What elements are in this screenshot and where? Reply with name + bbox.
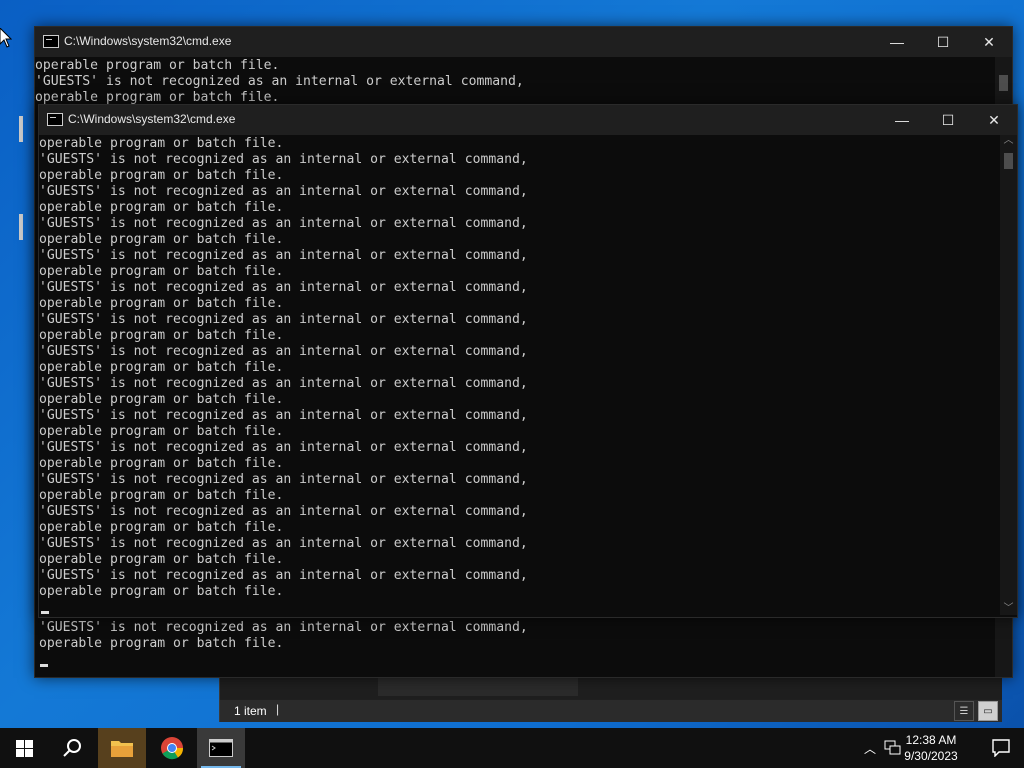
taskbar: ︿ 12:38 AM 9/30/2023 [0,728,1024,768]
close-button[interactable]: ✕ [966,27,1012,57]
window-title: C:\Windows\system32\cmd.exe [68,112,236,126]
maximize-button[interactable]: ☐ [925,105,971,135]
console-line: 'GUESTS' is not recognized as an interna… [39,344,528,359]
console-line: 'GUESTS' is not recognized as an interna… [39,312,528,327]
console-line: operable program or batch file. [39,136,284,151]
cmd-titlebar[interactable]: C:\Windows\system32\cmd.exe — ☐ ✕ [35,27,1012,57]
file-explorer-window[interactable]: 1 item | ☰ ▭ [219,676,1002,722]
desktop: 1 item | ☰ ▭ C:\Windows\system32\cmd.exe… [0,0,1024,728]
windows-start-icon [15,739,33,757]
console-line: 'GUESTS' is not recognized as an interna… [39,248,528,263]
console-line: 'GUESTS' is not recognized as an interna… [39,536,528,551]
console-line: 'GUESTS' is not recognized as an interna… [39,376,528,391]
console-line: operable program or batch file. [39,168,284,183]
console-line: operable program or batch file. [39,232,284,247]
console-line: 'GUESTS' is not recognized as an interna… [39,152,528,167]
window-title: C:\Windows\system32\cmd.exe [64,34,232,48]
command-prompt-icon [209,739,233,757]
cmd-window-front[interactable]: C:\Windows\system32\cmd.exe — ☐ ✕ operab… [38,104,1018,618]
console-line: 'GUESTS' is not recognized as an interna… [39,504,528,519]
console-line: 'GUESTS' is not recognized as an interna… [35,74,524,89]
console-line: operable program or batch file. [39,392,284,407]
large-icons-view-button[interactable]: ▭ [978,701,998,721]
console-line: operable program or batch file. [35,58,280,73]
start-button[interactable] [0,728,48,768]
folder-icon [111,741,133,757]
search-icon [63,739,81,757]
scroll-down-arrow-icon[interactable]: ﹀ [1000,603,1017,615]
console-app-icon [43,35,59,48]
console-line: operable program or batch file. [39,296,284,311]
window-edge-stub [19,214,23,240]
status-separator: | [276,702,280,716]
console-line: operable program or batch file. [39,360,284,375]
scroll-up-arrow-icon[interactable]: ︿ [1000,135,1017,147]
console-line: operable program or batch file. [39,424,284,439]
console-line: operable program or batch file. [39,584,284,599]
minimize-button[interactable]: — [874,27,920,57]
scrollbar-thumb[interactable] [999,75,1008,91]
console-line: operable program or batch file. [39,636,284,651]
file-explorer-taskbar-button[interactable] [98,728,146,768]
console-line: 'GUESTS' is not recognized as an interna… [39,440,528,455]
cmd-titlebar[interactable]: C:\Windows\system32\cmd.exe — ☐ ✕ [39,105,1017,135]
console-line: operable program or batch file. [39,264,284,279]
console-line: operable program or batch file. [39,200,284,215]
console-line: 'GUESTS' is not recognized as an interna… [39,184,528,199]
clock[interactable]: 12:38 AM 9/30/2023 [896,732,966,764]
explorer-status-bar: 1 item | ☰ ▭ [220,700,1002,722]
console-line: 'GUESTS' is not recognized as an interna… [39,408,528,423]
notification-center-icon[interactable] [992,739,1010,760]
text-cursor [40,664,48,667]
console-line: 'GUESTS' is not recognized as an interna… [39,216,528,231]
search-button[interactable] [48,728,96,768]
cmd-taskbar-button[interactable] [197,728,245,768]
minimize-button[interactable]: — [879,105,925,135]
clock-time: 12:38 AM [905,733,957,747]
console-line: 'GUESTS' is not recognized as an interna… [39,620,528,635]
console-line: 'GUESTS' is not recognized as an interna… [39,280,528,295]
console-line: operable program or batch file. [39,520,284,535]
maximize-button[interactable]: ☐ [920,27,966,57]
chrome-taskbar-button[interactable] [148,728,196,768]
item-count-label: 1 item [234,704,267,718]
clock-date: 9/30/2023 [904,749,958,763]
console-app-icon [47,113,63,126]
console-output[interactable]: operable program or batch file. 'GUESTS' … [35,58,524,106]
chrome-icon [161,737,184,760]
console-line: operable program or batch file. [39,552,284,567]
mouse-cursor-icon [0,27,13,53]
console-line: operable program or batch file. [39,488,284,503]
show-hidden-icons-chevron-icon[interactable]: ︿ [864,740,876,757]
console-line: 'GUESTS' is not recognized as an interna… [39,472,528,487]
console-line: operable program or batch file. [39,328,284,343]
window-edge-stub [19,116,23,142]
console-line: operable program or batch file. [39,456,284,471]
console-output[interactable]: operable program or batch file. 'GUESTS' … [39,136,528,600]
console-line: 'GUESTS' is not recognized as an interna… [39,568,528,583]
console-output-lower[interactable]: 'GUESTS' is not recognized as an interna… [39,620,528,652]
explorer-horizontal-scroll[interactable] [378,676,578,696]
vertical-scrollbar[interactable]: ︿ ﹀ [1000,135,1017,615]
close-button[interactable]: ✕ [971,105,1017,135]
text-cursor [41,611,49,614]
system-tray: ︿ 12:38 AM 9/30/2023 [854,728,1024,768]
details-view-button[interactable]: ☰ [954,701,974,721]
scrollbar-thumb[interactable] [1004,153,1013,169]
